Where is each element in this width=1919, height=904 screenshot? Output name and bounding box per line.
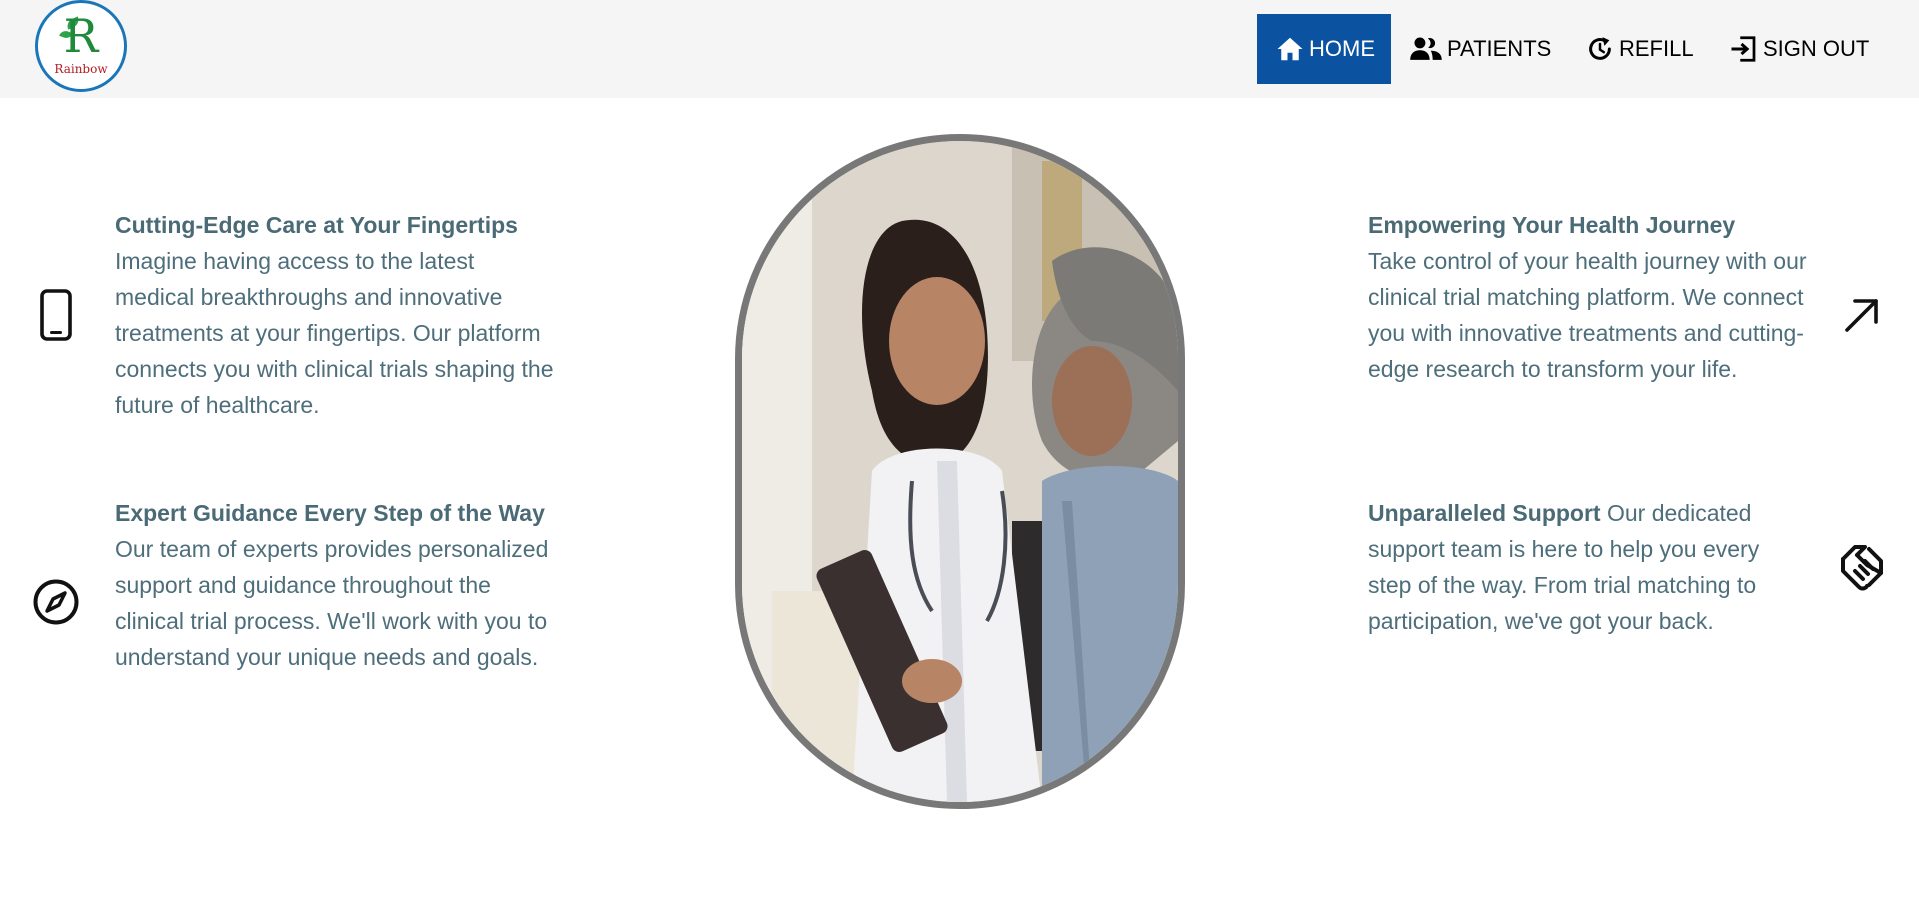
handshake-icon — [1841, 545, 1883, 591]
refresh-icon — [1589, 37, 1611, 60]
feature-body: Take control of your health journey with… — [1368, 248, 1807, 382]
feature-title: Empowering Your Health Journey — [1368, 212, 1736, 238]
top-navbar: R Rainbow HOME PATIENTS REFILL SIGN OUT — [0, 0, 1919, 98]
logo-text: Rainbow — [54, 62, 108, 76]
phone-icon — [40, 289, 72, 341]
sign-out-icon — [1731, 36, 1756, 62]
nav-sign-out-label: SIGN OUT — [1763, 36, 1870, 61]
logo-letter: R — [63, 9, 99, 63]
arrow-up-right-icon — [1845, 299, 1878, 332]
doctor-patient-illustration — [742, 141, 1178, 802]
home-icon — [1277, 37, 1303, 61]
feature-cutting-edge-care: Cutting-Edge Care at Your Fingertips Ima… — [115, 207, 555, 423]
feature-expert-guidance: Expert Guidance Every Step of the Way Ou… — [115, 495, 555, 675]
feature-title: Expert Guidance Every Step of the Way — [115, 500, 545, 526]
feature-unparalleled-support: Unparalleled Support Our dedicated suppo… — [1368, 495, 1808, 639]
feature-body: Imagine having access to the latest medi… — [115, 248, 554, 418]
nav-refill[interactable]: REFILL — [1585, 14, 1694, 84]
rainbow-logo[interactable]: R Rainbow — [35, 0, 127, 92]
feature-body: Our team of experts provides personalize… — [115, 536, 549, 670]
doctor-patient-photo — [735, 134, 1185, 809]
compass-icon — [33, 579, 79, 625]
nav-patients-label: PATIENTS — [1447, 36, 1552, 61]
nav-refill-label: REFILL — [1619, 36, 1694, 61]
feature-title: Unparalleled Support — [1368, 500, 1601, 526]
nav-home-label: HOME — [1309, 36, 1375, 61]
nav-sign-out[interactable]: SIGN OUT — [1729, 14, 1869, 84]
feature-title: Cutting-Edge Care at Your Fingertips — [115, 212, 518, 238]
feature-empowering-health: Empowering Your Health Journey Take cont… — [1368, 207, 1808, 387]
nav-patients[interactable]: PATIENTS — [1409, 14, 1551, 84]
people-icon — [1410, 37, 1442, 60]
nav-home[interactable]: HOME — [1257, 14, 1391, 84]
